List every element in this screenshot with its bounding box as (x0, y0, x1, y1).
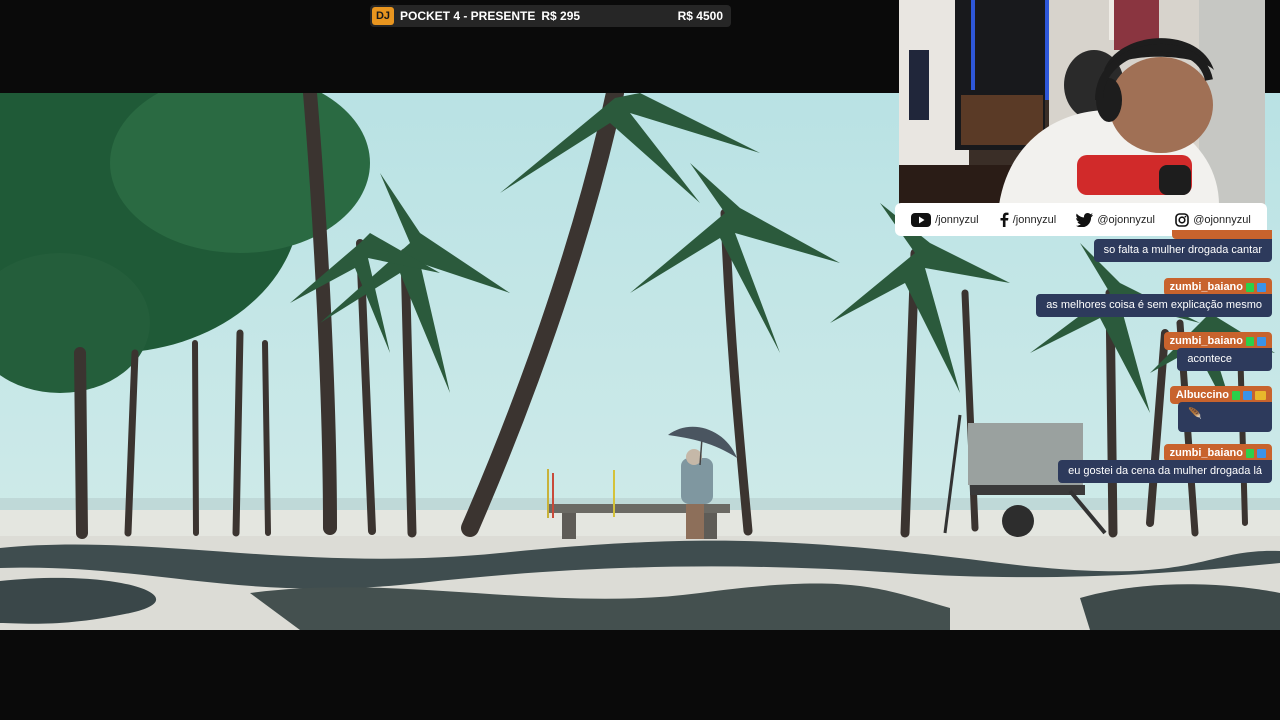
chat-username-label: zumbi_baiano (1169, 447, 1243, 459)
chat-username-label: zumbi_baiano (1169, 335, 1243, 347)
kick-badge-icon (1232, 390, 1240, 400)
twitter-handle: @ojonnyzul (1097, 213, 1155, 226)
chat-message: zumbi_baiano as melhores coisa é sem exp… (1036, 278, 1272, 317)
chat-message-text: so falta a mulher drogada cantar (1093, 239, 1272, 262)
youtube-handle: /jonnyzul (935, 213, 979, 226)
chat-username-partial (1172, 230, 1272, 239)
kick-badge-icon (1246, 282, 1254, 292)
kick-badge-icon (1246, 448, 1254, 458)
kick-badge-icon (1246, 336, 1254, 346)
chat-message-text: 🪶 (1178, 402, 1272, 432)
goal-title: POCKET 4 - PRESENTE (400, 9, 536, 23)
youtube-icon (911, 212, 932, 227)
twitter-icon (1076, 212, 1094, 227)
social-link-instagram[interactable]: @ojonnyzul (1175, 212, 1251, 227)
donation-goal-bar: DJ POCKET 4 - PRESENTE R$ 295 R$ 4500 (370, 5, 731, 27)
facebook-handle: /jonnyzul (1012, 213, 1057, 226)
social-link-youtube[interactable]: /jonnyzul (911, 212, 979, 227)
chat-message-text: as melhores coisa é sem explicação mesmo (1036, 294, 1272, 317)
instagram-icon (1175, 212, 1190, 227)
chat-message: so falta a mulher drogada cantar (1093, 239, 1272, 262)
subscriber-badge-icon (1257, 282, 1266, 292)
social-link-twitter[interactable]: @ojonnyzul (1076, 212, 1155, 227)
subscriber-badge-icon (1243, 390, 1252, 400)
chat-message-text: eu gostei da cena da mulher drogada lá (1058, 460, 1272, 483)
chat-overlay: so falta a mulher drogada cantar zumbi_b… (1030, 230, 1272, 496)
goal-badge: DJ (372, 7, 394, 25)
streamer-webcam-image (899, 0, 1265, 205)
crown-badge-icon (1255, 390, 1266, 400)
chat-username-label: Albuccino (1175, 389, 1229, 401)
instagram-handle: @ojonnyzul (1193, 213, 1251, 226)
chat-message: Albuccino 🪶 (1169, 386, 1272, 432)
webcam-feed (899, 0, 1265, 205)
chat-message: zumbi_baiano eu gostei da cena da mulher… (1058, 444, 1272, 483)
facebook-icon (999, 212, 1009, 227)
goal-target-amount: R$ 4500 (677, 9, 723, 23)
goal-current-amount: R$ 295 (541, 9, 581, 23)
chat-message: zumbi_baiano acontece (1163, 332, 1272, 371)
social-link-facebook[interactable]: /jonnyzul (999, 212, 1056, 227)
subscriber-badge-icon (1257, 336, 1266, 346)
chat-message-text: acontece (1177, 348, 1272, 371)
chat-username-label: zumbi_baiano (1169, 281, 1243, 293)
subscriber-badge-icon (1257, 448, 1266, 458)
